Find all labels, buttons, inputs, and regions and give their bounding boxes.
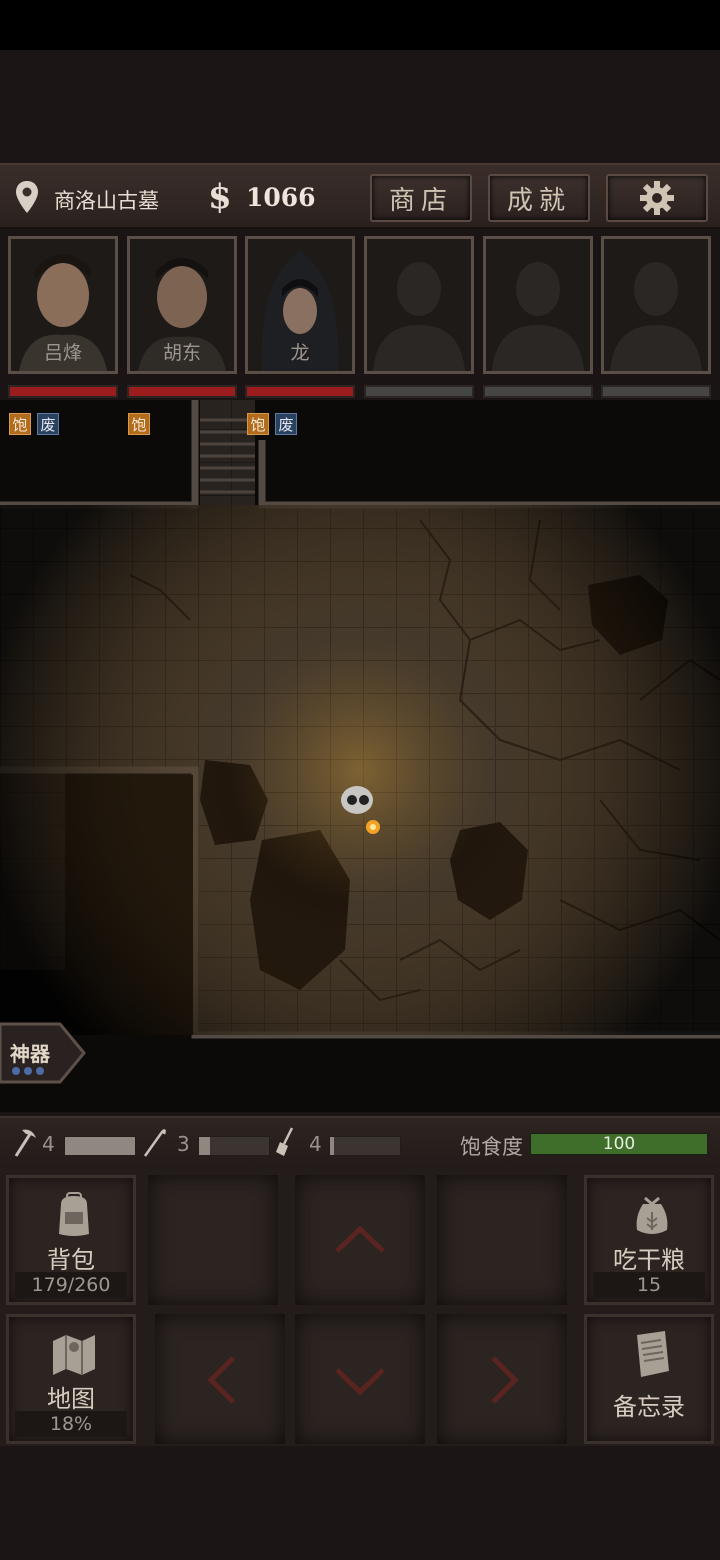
hp-bar [127, 385, 237, 398]
arrow-down-icon [335, 1368, 385, 1396]
hp-bar [8, 385, 118, 398]
rope-hook-icon [143, 1129, 166, 1157]
pickaxe-count: 4 [42, 1132, 55, 1156]
achievements-button-label: 成就 [506, 185, 571, 216]
move-right-button[interactable] [437, 1314, 567, 1444]
arrow-left-icon [207, 1356, 235, 1404]
money-amount: 1066 [246, 183, 316, 212]
grain-sack-icon [636, 1196, 668, 1234]
shop-button-label: 商店 [388, 185, 453, 216]
top-band [0, 50, 720, 163]
shovel-icon [276, 1127, 294, 1156]
map-canvas [0, 400, 720, 1112]
party-slot-3[interactable]: 龙 [245, 236, 355, 374]
shovel-durability-fill [330, 1137, 334, 1155]
move-left-button[interactable] [155, 1314, 285, 1444]
backpack-button[interactable]: 背包 179/260 [6, 1175, 136, 1305]
bottom-band [0, 1446, 720, 1560]
achievements-button[interactable]: 成就 [488, 174, 590, 222]
satiety-label: 饱食度 [460, 1135, 523, 1159]
empty-pad-cell [437, 1175, 567, 1305]
status-tag-full: 饱 [9, 413, 31, 435]
pickaxe-icon [14, 1129, 36, 1157]
arrow-right-icon [491, 1356, 519, 1404]
party-slot-1[interactable]: 吕烽 [8, 236, 118, 374]
rope-count: 3 [177, 1132, 190, 1156]
map-explored-percent: 18% [15, 1411, 127, 1437]
empty-silhouette-icon [604, 239, 708, 371]
hp-bar [245, 385, 355, 398]
eat-ration-label: 吃干粮 [613, 1246, 685, 1274]
shovel-durability-bar [329, 1136, 401, 1156]
shovel-count: 4 [309, 1132, 322, 1156]
pickaxe-durability-fill [65, 1137, 135, 1155]
header-bar: 商洛山古墓 $ 1066 商店 成就 [0, 163, 720, 229]
backpack-icon [59, 1192, 89, 1236]
hp-bar-empty [483, 385, 593, 398]
party-slot-6-empty[interactable] [601, 236, 711, 374]
satiety-value: 100 [602, 1134, 636, 1154]
move-down-button[interactable] [295, 1314, 425, 1444]
location-pin-icon [16, 181, 38, 213]
party-member-name: 胡东 [162, 342, 201, 364]
party-member-name: 龙 [290, 342, 310, 364]
artifact-charge-dot [12, 1067, 20, 1075]
empty-silhouette-icon [367, 239, 471, 371]
shop-button[interactable]: 商店 [370, 174, 472, 222]
move-up-button[interactable] [295, 1175, 425, 1305]
status-tag-tired: 废 [37, 413, 59, 435]
dungeon-map[interactable] [0, 400, 720, 1112]
map-label: 地图 [47, 1385, 95, 1413]
artifact-charge-dot [36, 1067, 44, 1075]
hp-bar-empty [601, 385, 711, 398]
party-slot-4-empty[interactable] [364, 236, 474, 374]
satiety-bar: 100 [530, 1133, 708, 1155]
backpack-label: 背包 [47, 1246, 95, 1274]
gear-icon [640, 181, 674, 215]
status-tag-tired: 废 [275, 413, 297, 435]
ration-count: 15 [593, 1272, 705, 1298]
map-icon [53, 1335, 95, 1375]
map-button[interactable]: 地图 18% [6, 1314, 136, 1444]
memo-button[interactable]: 备忘录 [584, 1314, 714, 1444]
party-slot-5-empty[interactable] [483, 236, 593, 374]
status-tag-full: 饱 [247, 413, 269, 435]
memo-label: 备忘录 [613, 1393, 685, 1421]
rope-durability-bar [198, 1136, 270, 1156]
location-name: 商洛山古墓 [54, 189, 159, 213]
pickaxe-durability-bar [64, 1136, 136, 1156]
artifact-charge-dot [24, 1067, 32, 1075]
currency-icon: $ [208, 177, 232, 217]
eat-ration-button[interactable]: 吃干粮 15 [584, 1175, 714, 1305]
party-slot-2[interactable]: 胡东 [127, 236, 237, 374]
artifact-label: 神器 [10, 1042, 50, 1066]
hp-bar-empty [364, 385, 474, 398]
status-strip [0, 0, 720, 50]
status-tag-full: 饱 [128, 413, 150, 435]
notebook-icon [637, 1331, 669, 1377]
empty-silhouette-icon [486, 239, 590, 371]
empty-pad-cell [148, 1175, 278, 1305]
party-member-name: 吕烽 [43, 342, 82, 364]
backpack-capacity: 179/260 [15, 1272, 127, 1298]
arrow-up-icon [335, 1225, 385, 1253]
rope-durability-fill [199, 1137, 210, 1155]
settings-button[interactable] [606, 174, 708, 222]
